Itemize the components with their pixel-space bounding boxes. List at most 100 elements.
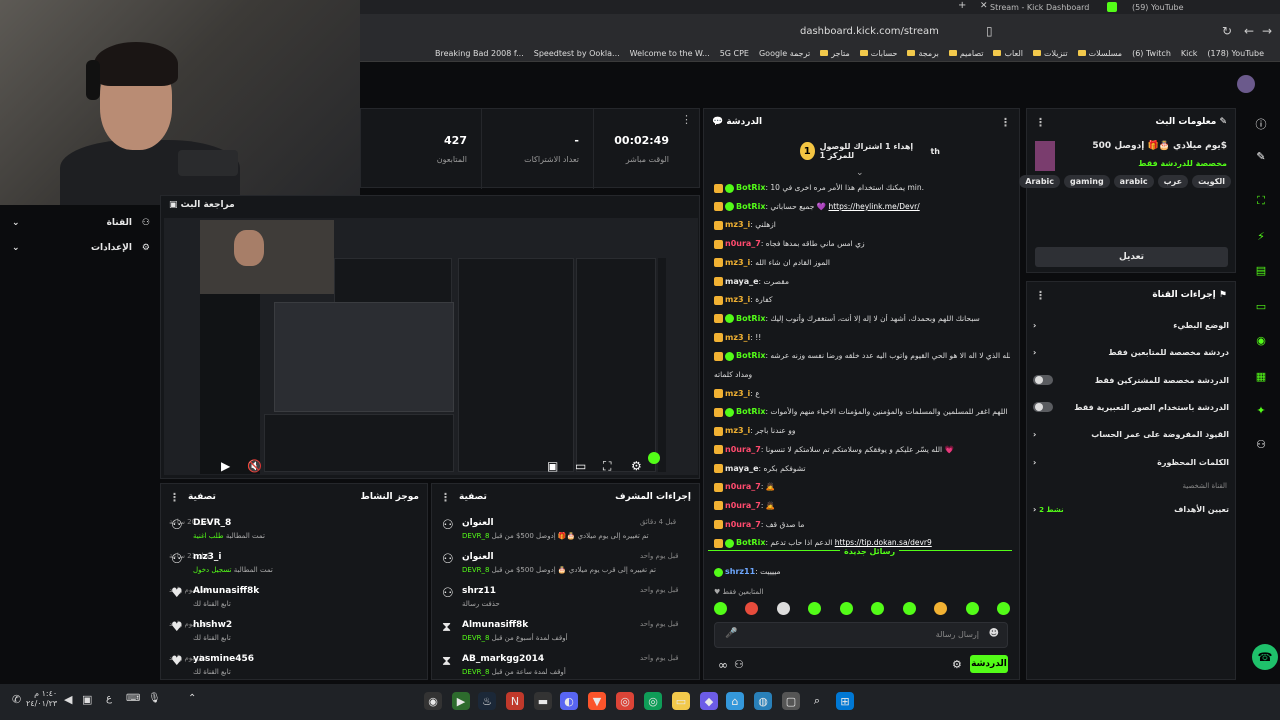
chat-username[interactable]: BotRix <box>736 351 765 360</box>
edit-stream-button[interactable]: تعديل <box>1035 247 1228 267</box>
more-options-icon[interactable]: ⋮ <box>1035 116 1046 129</box>
tag[interactable]: عرب <box>1157 175 1189 188</box>
tab-youtube[interactable]: (59) YouTube <box>1132 0 1232 14</box>
layout-icon[interactable]: ▦ <box>1253 370 1269 386</box>
lightning-icon[interactable]: ⚡ <box>1253 230 1269 246</box>
sidebar-item-channel[interactable]: ⌄ القناة ⚇ <box>12 213 150 233</box>
chat-username[interactable]: shrz11 <box>725 567 755 576</box>
bookmark-item[interactable]: (178) YouTube <box>1207 49 1264 58</box>
activity-name[interactable]: yasmine456 <box>193 654 254 664</box>
chat-username[interactable]: n0ura_7 <box>725 445 761 454</box>
close-tab-icon[interactable]: ✕ <box>980 1 988 11</box>
folder-icon[interactable]: ▭ <box>672 692 690 710</box>
mod-action-name[interactable]: shrz11 <box>462 586 496 596</box>
chat-username[interactable]: BotRix <box>736 183 765 192</box>
emote-icon[interactable] <box>871 602 885 615</box>
chat-username[interactable]: mz3_i <box>725 333 750 342</box>
bookmark-item[interactable]: Google ترجمة <box>759 49 810 58</box>
mod-action-by[interactable]: DEVR_8 <box>462 668 489 676</box>
emoji-icon[interactable]: ☻ <box>989 628 999 639</box>
activity-name[interactable]: mz3_i <box>193 552 221 562</box>
bookmark-item[interactable]: متاجر <box>820 49 850 58</box>
chat-username[interactable]: maya_e <box>725 464 759 473</box>
setting-row[interactable]: › الوضع البطيء <box>1033 314 1229 336</box>
app-icon[interactable]: ▬ <box>534 692 552 710</box>
chat-username[interactable]: BotRix <box>736 314 765 323</box>
url-field[interactable]: dashboard.kick.com/stream <box>800 26 939 37</box>
tab-kick-dashboard[interactable]: Stream - Kick Dashboard <box>990 0 1110 14</box>
setting-row[interactable]: › الكلمات المحظورة <box>1033 451 1229 473</box>
users-icon[interactable]: ⚇ <box>734 658 744 671</box>
app-icon[interactable]: ▢ <box>782 692 800 710</box>
keyboard-icon[interactable]: ⌨ <box>126 693 140 704</box>
gear-icon[interactable]: ⚙ <box>631 459 642 473</box>
document-icon[interactable]: ▤ <box>1253 264 1269 280</box>
bookmark-icon[interactable]: ▯ <box>986 24 993 38</box>
activity-name[interactable]: Almunasiff8k <box>193 586 259 596</box>
wrench-icon[interactable]: ✦ <box>1253 404 1269 420</box>
pen-icon[interactable]: ✎ <box>1253 150 1269 166</box>
crop-icon[interactable]: ⛶ <box>1253 194 1269 210</box>
netflix-icon[interactable]: N <box>506 692 524 710</box>
chat-username[interactable]: n0ura_7 <box>725 239 761 248</box>
mod-action-by[interactable]: DEVR_8 <box>462 566 489 574</box>
subscribers-only-toggle[interactable] <box>1033 375 1053 385</box>
chat-username[interactable]: BotRix <box>736 407 765 416</box>
bookmark-item[interactable]: برمجة <box>907 49 939 58</box>
brave-icon[interactable]: ▼ <box>588 692 606 710</box>
more-options-icon[interactable]: ⋮ <box>169 491 180 504</box>
fullscreen-icon[interactable]: ⛶ <box>603 459 611 474</box>
activity-name[interactable]: hhshw2 <box>193 620 232 630</box>
send-chat-button[interactable]: الدردشة <box>970 655 1008 673</box>
emote-icon[interactable] <box>714 602 727 615</box>
app-icon[interactable]: ◆ <box>700 692 718 710</box>
chat-link[interactable]: https://heylink.me/Devr/ <box>828 202 919 211</box>
infinity-icon[interactable]: ∞ <box>718 658 728 672</box>
chat-username[interactable]: mz3_i <box>725 220 750 229</box>
chat-username[interactable]: maya_e <box>725 277 759 286</box>
notification-icon[interactable]: ✆ <box>12 693 21 706</box>
bookmark-item[interactable]: تنزيلات <box>1032 49 1068 58</box>
support-headset-icon[interactable]: ☎ <box>1252 644 1278 670</box>
pip-icon[interactable]: ▣ <box>547 459 558 473</box>
emote-icon[interactable] <box>965 602 979 615</box>
more-options-icon[interactable]: ⋮ <box>1035 289 1046 302</box>
emote-icon[interactable] <box>934 602 948 615</box>
tag[interactable]: arabic <box>1113 175 1154 188</box>
chat-username[interactable]: mz3_i <box>725 426 750 435</box>
filter-button[interactable]: تصفية <box>188 492 216 502</box>
more-options-icon[interactable]: ⋮ <box>681 113 692 126</box>
chat-username[interactable]: mz3_i <box>725 295 750 304</box>
bookmark-item[interactable]: 5G CPE <box>720 49 749 58</box>
bookmark-item[interactable]: العاب <box>993 49 1023 58</box>
chat-username[interactable]: n0ura_7 <box>725 482 761 491</box>
tag[interactable]: Arabic <box>1019 175 1061 188</box>
clock[interactable]: ١:٤٠ م ٢٤/٠١/٢٣ <box>26 689 57 709</box>
bookmark-item[interactable]: حسابات <box>859 49 897 58</box>
users-icon[interactable]: ⚇ <box>1253 438 1269 454</box>
reload-icon[interactable]: ↻ <box>1222 24 1232 38</box>
gear-icon[interactable]: ⚙ <box>952 658 962 671</box>
tag[interactable]: الكويت <box>1192 175 1231 188</box>
chat-username[interactable]: n0ura_7 <box>725 520 761 529</box>
bookmark-item[interactable]: Speedtest by Ookla... <box>534 49 620 58</box>
back-icon[interactable]: ← <box>1244 24 1254 38</box>
chat-username[interactable]: mz3_i <box>725 389 750 398</box>
chat-username[interactable]: BotRix <box>736 538 765 547</box>
more-options-icon[interactable]: ⋮ <box>1000 116 1011 129</box>
chevron-up-icon[interactable]: ⌃ <box>188 693 196 704</box>
pinned-goal[interactable]: 1 إهداء 1 اشتراك للوصول للمركز 1 th <box>800 140 940 162</box>
theater-icon[interactable]: ▭ <box>575 459 586 473</box>
emote-icon[interactable] <box>776 602 790 615</box>
chat-username[interactable]: BotRix <box>736 202 765 211</box>
setting-row[interactable]: › دردشة مخصصة للمتابعين فقط <box>1033 341 1229 363</box>
obs-icon[interactable]: ◉ <box>424 692 442 710</box>
info-icon[interactable]: ⓘ <box>1253 116 1269 132</box>
bookmark-item[interactable]: Breaking Bad 2008 f... <box>435 49 524 58</box>
terminal-icon[interactable]: ▶ <box>452 692 470 710</box>
bookmark-item[interactable]: تصاميم <box>948 49 983 58</box>
chrome-alt-icon[interactable]: ◎ <box>644 692 662 710</box>
steam-icon[interactable]: ♨ <box>478 692 496 710</box>
avatar[interactable] <box>1237 75 1255 93</box>
tag[interactable]: gaming <box>1064 175 1110 188</box>
